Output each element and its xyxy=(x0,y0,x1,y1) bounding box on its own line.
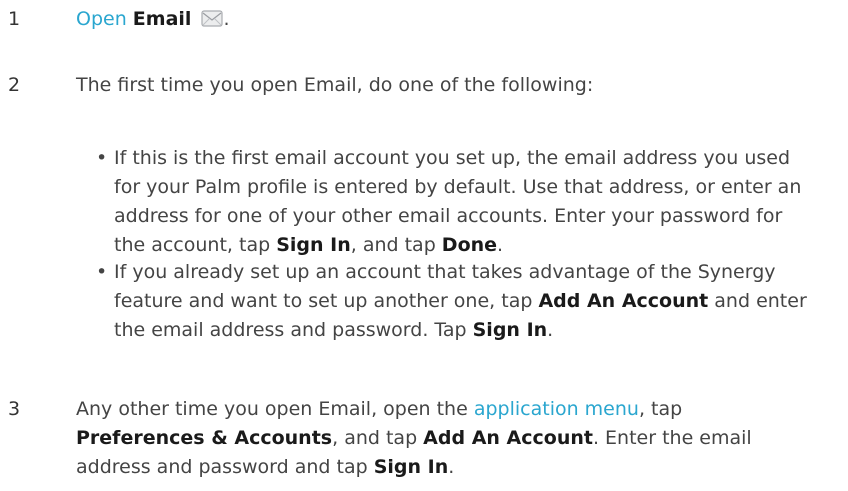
bullet-dot: • xyxy=(96,261,108,283)
step-number: 2 xyxy=(8,74,21,96)
step-3-text: , tap xyxy=(638,398,683,420)
open-link[interactable]: Open xyxy=(76,8,127,30)
email-app-name: Email xyxy=(132,8,192,30)
bullet-item-2: • If you already set up an account that … xyxy=(96,258,816,345)
add-an-account-label: Add An Account xyxy=(538,290,709,312)
period: . xyxy=(223,8,230,30)
step-number: 3 xyxy=(8,398,21,420)
email-envelope-icon xyxy=(201,7,224,36)
step-3-text: , and tap xyxy=(332,427,424,449)
bullet-text: . xyxy=(547,319,554,341)
done-label: Done xyxy=(441,234,498,256)
preferences-accounts-label: Preferences & Accounts xyxy=(76,427,333,449)
step-number: 1 xyxy=(8,8,21,30)
sign-in-label: Sign In xyxy=(373,456,449,478)
bullet-text: . xyxy=(497,234,504,256)
instructions-page: 1 Open Email . 2 The first time you open… xyxy=(0,0,848,491)
sign-in-label: Sign In xyxy=(472,319,548,341)
bullet-item-1: • If this is the first email account you… xyxy=(96,144,816,260)
add-an-account-label: Add An Account xyxy=(423,427,593,449)
bullet-dot: • xyxy=(96,147,108,169)
bullet-text: , and tap xyxy=(350,234,442,256)
step-2-text: The first time you open Email, do one of… xyxy=(76,74,594,96)
step-3-text: . xyxy=(448,456,455,478)
step-3-text: Any other time you open Email, open the xyxy=(76,398,474,420)
application-menu-link[interactable]: application menu xyxy=(474,398,639,420)
sign-in-label: Sign In xyxy=(276,234,351,256)
